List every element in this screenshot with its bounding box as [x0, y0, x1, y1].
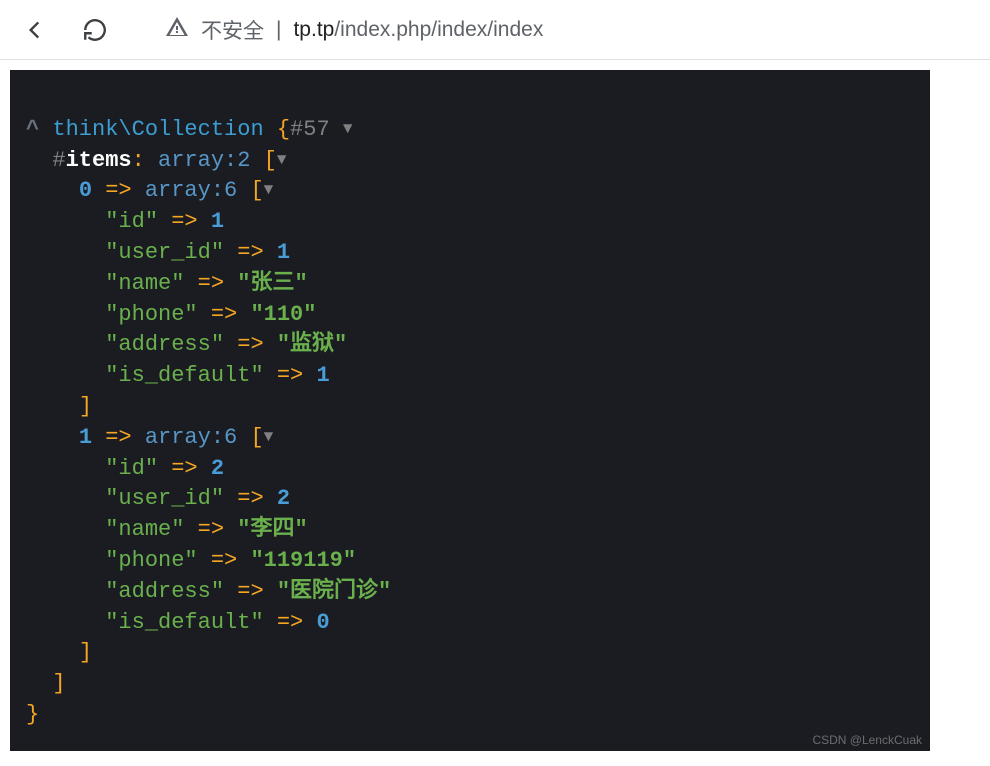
- field-key: "name": [105, 517, 184, 542]
- field-key: "user_id": [105, 486, 224, 511]
- field-value: 1: [277, 240, 290, 265]
- field-key: "is_default": [105, 610, 263, 635]
- field-value: "张三": [237, 271, 307, 296]
- hash-prefix: #: [52, 148, 65, 173]
- page-content: ^ think\Collection {#57 ▼ #items: array:…: [0, 60, 990, 761]
- array-index: 1: [79, 425, 92, 450]
- brace-close: }: [26, 702, 39, 727]
- field-value: 2: [211, 456, 224, 481]
- field-value: "李四": [237, 517, 307, 542]
- array-type: array:6: [145, 178, 237, 203]
- field-value: "119119": [250, 548, 356, 573]
- watermark-text: CSDN @LenckCuak: [812, 732, 922, 749]
- triangle-down-icon[interactable]: ▼: [277, 149, 287, 171]
- triangle-down-icon[interactable]: ▼: [264, 179, 274, 201]
- url-text: tp.tp/index.php/index/index: [293, 18, 543, 42]
- bracket-close: ]: [79, 640, 92, 665]
- field-key: "is_default": [105, 363, 263, 388]
- brace-open: {: [277, 117, 290, 142]
- bracket-close: ]: [79, 394, 92, 419]
- triangle-down-icon[interactable]: ▼: [264, 426, 274, 448]
- field-key: "user_id": [105, 240, 224, 265]
- insecure-label: 不安全: [201, 15, 264, 45]
- field-key: "phone": [105, 548, 197, 573]
- field-value: 1: [211, 209, 224, 234]
- caret-toggle[interactable]: ^: [26, 117, 39, 142]
- object-id: #57: [290, 117, 330, 142]
- items-label: items: [66, 148, 132, 173]
- field-key: "address": [105, 579, 224, 604]
- back-button[interactable]: [15, 10, 55, 50]
- field-value: 0: [316, 610, 329, 635]
- class-name: think\Collection: [52, 117, 263, 142]
- field-key: "id": [105, 209, 158, 234]
- address-bar[interactable]: 不安全 | tp.tp/index.php/index/index: [165, 15, 975, 45]
- array-index: 0: [79, 178, 92, 203]
- items-type: array:2: [158, 148, 250, 173]
- array-type: array:6: [145, 425, 237, 450]
- field-key: "phone": [105, 302, 197, 327]
- field-value: 2: [277, 486, 290, 511]
- field-key: "name": [105, 271, 184, 296]
- field-value: "110": [250, 302, 316, 327]
- var-dump-panel: ^ think\Collection {#57 ▼ #items: array:…: [10, 70, 930, 751]
- triangle-down-icon[interactable]: ▼: [343, 118, 353, 140]
- warning-icon: [165, 15, 189, 45]
- bracket-close: ]: [52, 671, 65, 696]
- browser-toolbar: 不安全 | tp.tp/index.php/index/index: [0, 0, 990, 60]
- url-divider: |: [276, 18, 281, 42]
- field-value: "医院门诊": [277, 579, 391, 604]
- field-value: 1: [316, 363, 329, 388]
- field-key: "id": [105, 456, 158, 481]
- field-value: "监狱": [277, 332, 347, 357]
- field-key: "address": [105, 332, 224, 357]
- reload-button[interactable]: [75, 10, 115, 50]
